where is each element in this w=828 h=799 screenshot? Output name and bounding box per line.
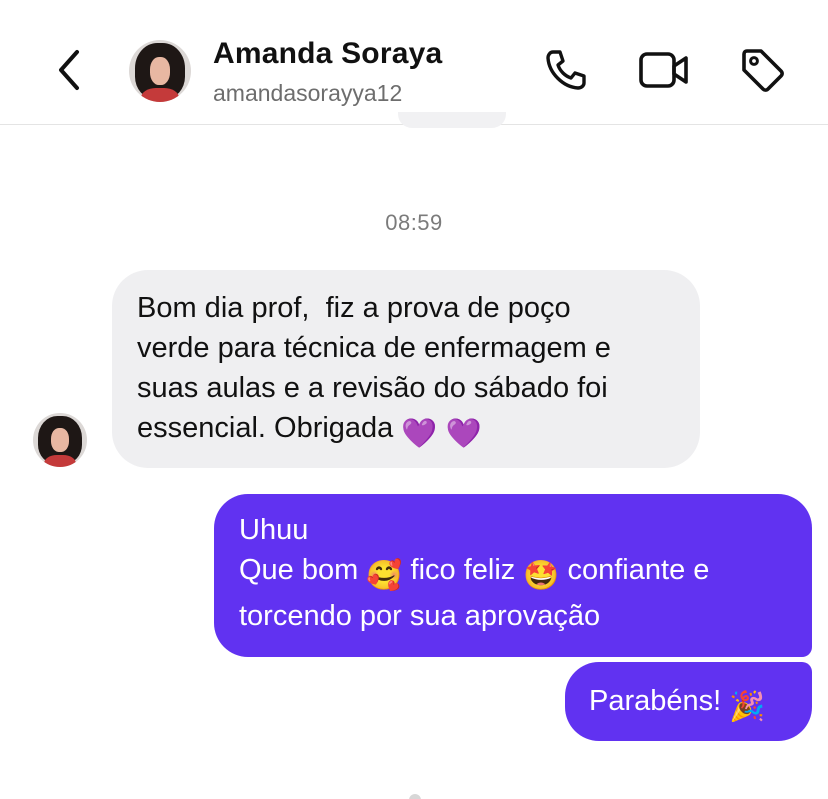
- sender-avatar[interactable]: [33, 413, 87, 467]
- message-text: fico feliz: [402, 554, 524, 586]
- back-button[interactable]: [50, 46, 90, 94]
- incoming-message-bubble[interactable]: Bom dia prof, fiz a prova de poço verde …: [112, 270, 700, 468]
- scroll-edge-indicator: [409, 794, 421, 799]
- party-popper-emoji: 🎉: [729, 691, 766, 723]
- audio-call-button[interactable]: [540, 44, 592, 96]
- message-text: essencial. Obrigada: [137, 412, 402, 444]
- tag-icon: [742, 49, 784, 92]
- message-line: torcendo por sua aprovação: [239, 600, 601, 632]
- message-line: Bom dia prof, fiz a prova de poço: [137, 292, 571, 324]
- video-call-button[interactable]: [638, 44, 690, 96]
- tag-button[interactable]: [736, 44, 788, 96]
- phone-icon: [546, 50, 586, 90]
- message-timestamp: 08:59: [385, 210, 443, 235]
- message-line: essencial. Obrigada 💜 💜: [137, 408, 680, 454]
- chevron-left-icon: [59, 50, 79, 90]
- star-struck-emoji: 🤩: [523, 560, 560, 592]
- contact-handle[interactable]: amandasorayya12: [213, 80, 402, 107]
- message-text: Que bom: [239, 554, 367, 586]
- video-camera-icon: [639, 52, 688, 88]
- message-line: suas aulas e a revisão do sábado foi: [137, 372, 608, 404]
- previous-message-edge: [398, 112, 506, 128]
- message-line: Uhuu: [239, 514, 309, 546]
- chat-header: Amanda Soraya amandasorayya12: [0, 0, 828, 125]
- smiling-face-with-hearts-emoji: 🥰: [366, 560, 403, 592]
- outgoing-message-bubble[interactable]: Uhuu Que bom 🥰 fico feliz 🤩 confiante e …: [214, 494, 812, 657]
- contact-name[interactable]: Amanda Soraya: [213, 37, 442, 71]
- message-line: verde para técnica de enfermagem e: [137, 332, 611, 364]
- message-line: Que bom 🥰 fico feliz 🤩 confiante e: [239, 550, 792, 596]
- contact-avatar[interactable]: [129, 40, 191, 102]
- message-text: Parabéns!: [589, 685, 730, 717]
- outgoing-message-bubble[interactable]: Parabéns! 🎉: [565, 662, 812, 741]
- chat-screen: Amanda Soraya amandasorayya12 08:59 Bom …: [0, 0, 828, 799]
- purple-heart-emoji: 💜 💜: [401, 418, 482, 450]
- message-text: confiante e: [559, 554, 710, 586]
